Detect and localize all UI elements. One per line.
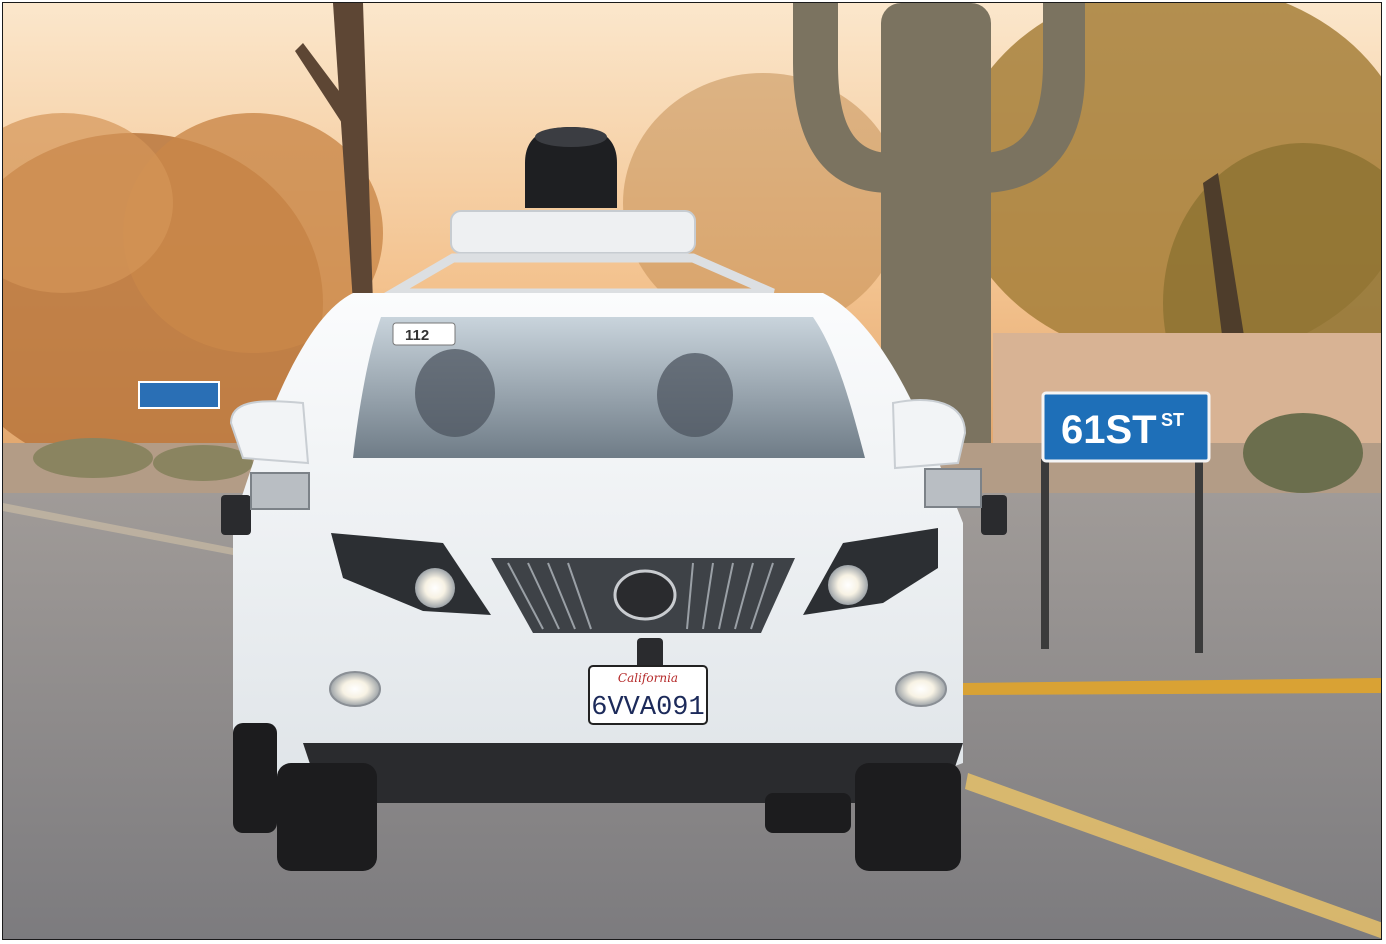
sign-post-left — [1041, 459, 1049, 649]
license-plate-number: 6VVA091 — [591, 693, 704, 723]
fog-lamp-right — [895, 671, 947, 707]
wheel-rear-left — [233, 723, 277, 833]
windshield-id-text: 112 — [405, 327, 429, 344]
sensor-pod-left — [221, 495, 251, 535]
side-mirror-right — [891, 399, 967, 470]
front-camera — [613, 569, 677, 621]
wheel-rear-right — [765, 793, 851, 833]
camera-box-left — [250, 472, 310, 510]
sign-post-right — [1195, 459, 1203, 653]
wheel-front-right — [855, 763, 961, 871]
sign-suffix-text: ST — [1161, 410, 1184, 430]
wheel-front-left — [277, 763, 377, 871]
street-scene-photo: 61ST ST 112 California 6VVA091 — [3, 3, 1381, 939]
camera-box-right — [924, 468, 982, 508]
headlight-right-lamp — [828, 565, 868, 605]
fog-lamp-left — [329, 671, 381, 707]
headlight-left-lamp — [415, 568, 455, 608]
sign-main-text: 61ST — [1061, 408, 1157, 452]
sensor-pod-right — [981, 495, 1007, 535]
distant-street-sign — [138, 381, 220, 409]
side-mirror-left — [229, 400, 310, 465]
photo-frame: 61ST ST 112 California 6VVA091 — [2, 2, 1382, 940]
license-plate-state: California — [618, 671, 678, 685]
